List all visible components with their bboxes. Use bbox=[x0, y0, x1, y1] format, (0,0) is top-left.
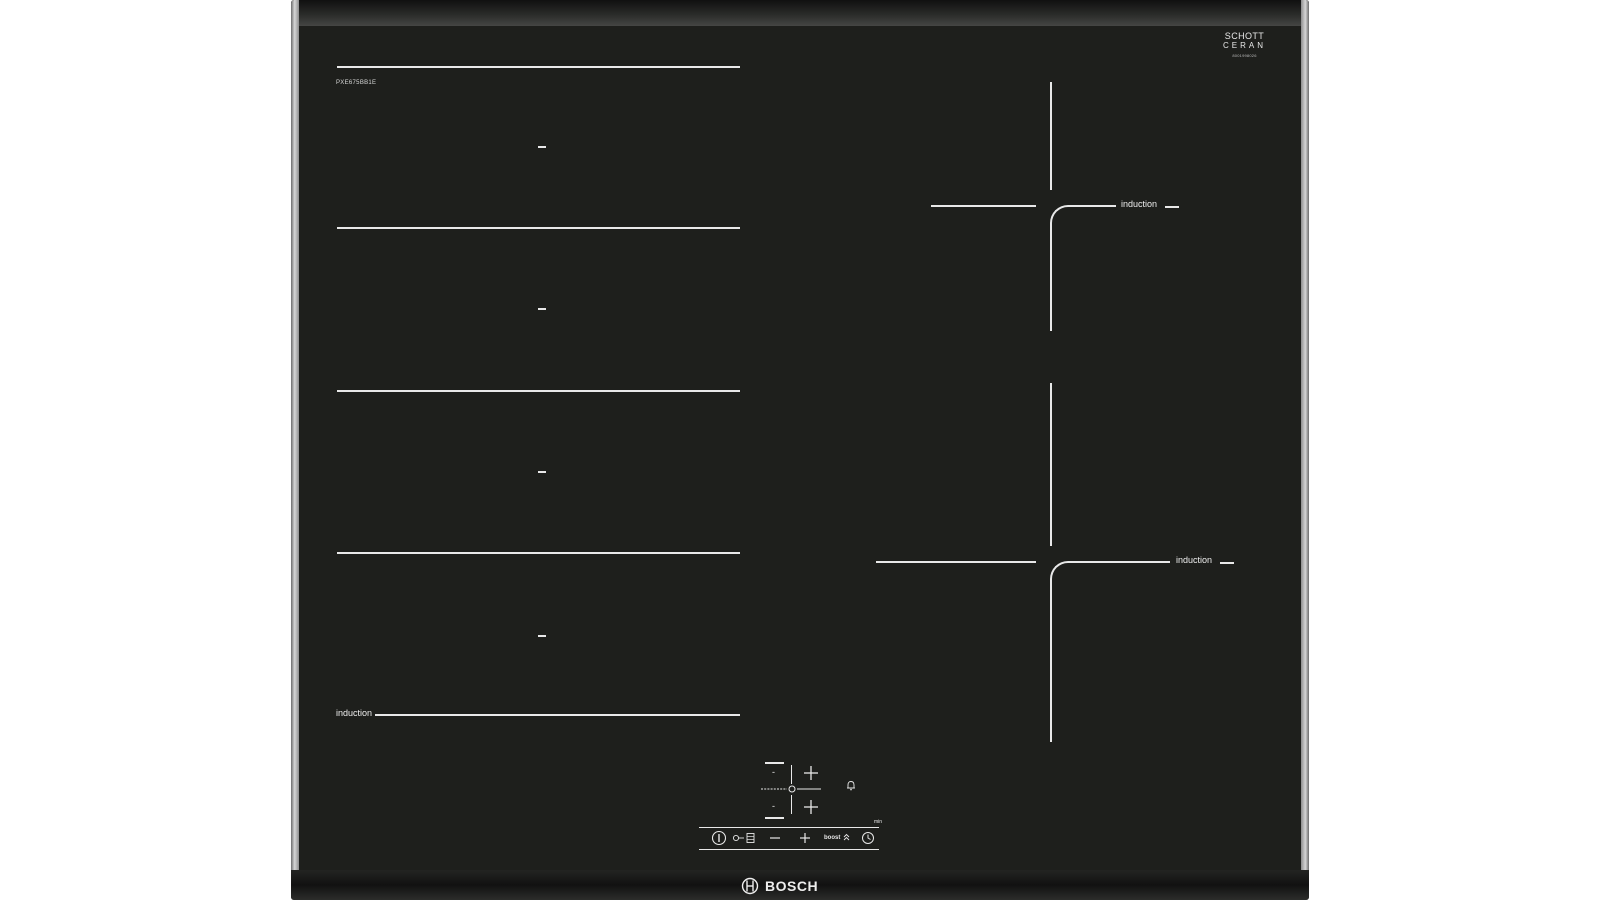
flex-zone-top-line bbox=[337, 66, 740, 68]
control-strip-top-line bbox=[699, 827, 879, 828]
flex-zone-marker-4 bbox=[538, 635, 546, 637]
zone-plus-top-icon[interactable] bbox=[803, 765, 819, 781]
upper-zone-right-arm bbox=[1070, 205, 1116, 207]
flex-zone-marker-2 bbox=[538, 308, 546, 310]
target-icon[interactable] bbox=[761, 784, 825, 794]
boost-label[interactable]: boost bbox=[824, 834, 840, 843]
flex-zone-marker-1 bbox=[538, 146, 546, 148]
lower-zone-right-arm bbox=[1070, 561, 1170, 563]
zone-minus-top[interactable]: - bbox=[772, 768, 775, 777]
boost-icon[interactable] bbox=[843, 833, 850, 841]
plus-icon[interactable] bbox=[799, 832, 811, 844]
top-edge bbox=[291, 0, 1309, 26]
schott-code: 8001998026 bbox=[1232, 53, 1257, 58]
flex-zone-induction-label: induction bbox=[336, 708, 373, 718]
bosch-armature-icon bbox=[741, 877, 759, 895]
flex-zone-bottom-line bbox=[375, 714, 740, 716]
lower-zone-left-arm bbox=[876, 561, 1036, 563]
lower-zone-induction-label: induction bbox=[1176, 555, 1213, 565]
flex-zone-divider-2 bbox=[337, 390, 740, 392]
schott-wordmark: SCHOTT bbox=[1224, 31, 1265, 41]
zone-selector-stem-top bbox=[791, 765, 792, 784]
upper-zone-bottom-stem bbox=[1050, 225, 1052, 331]
minus-icon[interactable] bbox=[769, 833, 781, 843]
upper-zone-induction-label: induction bbox=[1121, 199, 1158, 209]
lower-zone-top-stem bbox=[1050, 383, 1052, 546]
bosch-logo: BOSCH bbox=[741, 877, 818, 895]
ceran-wordmark: CERAN bbox=[1223, 41, 1267, 50]
flex-zone-divider-3 bbox=[337, 552, 740, 554]
lower-zone-corner bbox=[1050, 561, 1072, 583]
zone-selector-bottom-line bbox=[765, 817, 784, 819]
bosch-wordmark: BOSCH bbox=[765, 878, 819, 894]
upper-zone-label-dash bbox=[1165, 206, 1179, 208]
right-frame bbox=[1301, 0, 1309, 900]
left-frame bbox=[291, 0, 299, 900]
lock-icon[interactable] bbox=[732, 832, 758, 844]
power-icon[interactable] bbox=[711, 830, 727, 846]
timer-icon[interactable] bbox=[861, 831, 875, 845]
control-strip-bottom-line bbox=[699, 849, 879, 850]
upper-zone-left-arm bbox=[931, 205, 1036, 207]
upper-zone-top-stem bbox=[1050, 82, 1052, 190]
flex-zone-divider-1 bbox=[337, 227, 740, 229]
upper-zone-corner bbox=[1050, 205, 1072, 227]
bell-icon[interactable] bbox=[846, 780, 856, 791]
zone-selector-top-line bbox=[765, 762, 784, 764]
model-number: PXE675BB1E bbox=[336, 80, 377, 86]
timer-unit-label: min bbox=[874, 819, 883, 825]
zone-selector-stem-bottom bbox=[791, 795, 792, 814]
schott-ceran-logo: SCHOTT CERAN 8001998026 bbox=[1223, 31, 1267, 59]
flex-zone-marker-3 bbox=[538, 471, 546, 473]
zone-plus-bottom-icon[interactable] bbox=[803, 799, 819, 815]
lower-zone-label-dash bbox=[1220, 562, 1234, 564]
lower-zone-bottom-stem bbox=[1050, 581, 1052, 742]
cooktop-glass: PXE675BB1E induction induction induction… bbox=[291, 0, 1309, 900]
zone-minus-bottom[interactable]: - bbox=[772, 802, 775, 811]
